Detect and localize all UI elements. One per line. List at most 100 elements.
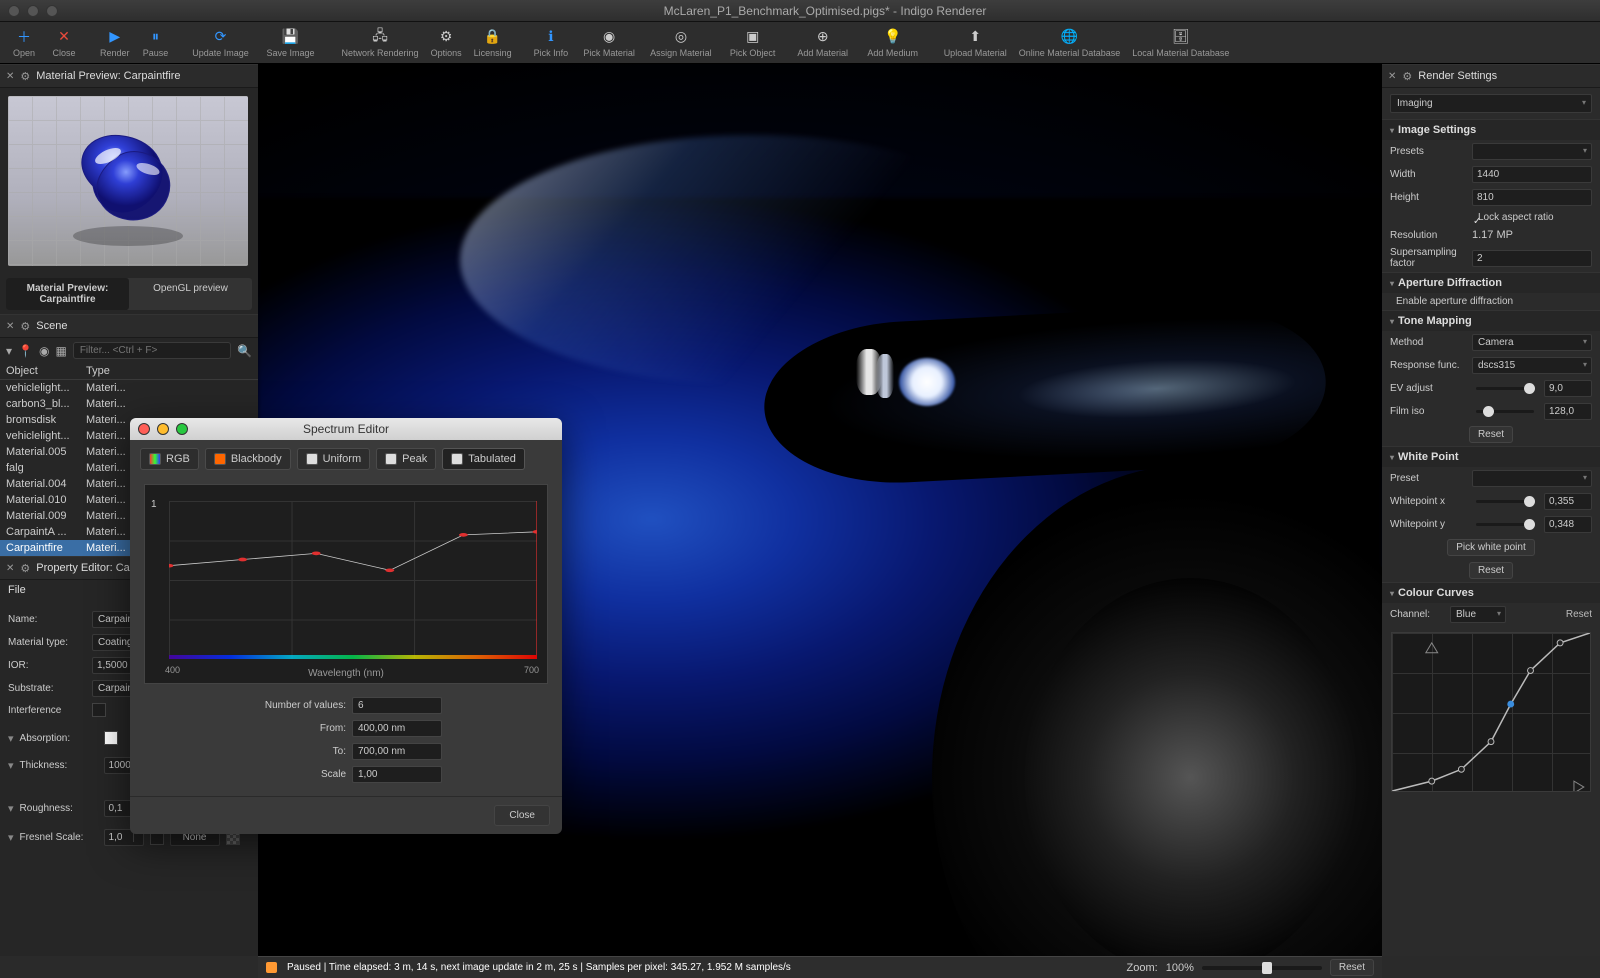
scene-row[interactable]: vehiclelight...Materi... bbox=[0, 380, 258, 396]
close-icon[interactable]: ✕ bbox=[1388, 71, 1396, 82]
scale-input[interactable]: 1,00 bbox=[352, 766, 442, 783]
spectrum-tabs: RGB Blackbody Uniform Peak Tabulated bbox=[130, 440, 562, 478]
wpy-input[interactable]: 0,348 bbox=[1544, 516, 1592, 533]
scene-filter-input[interactable] bbox=[73, 342, 231, 359]
ev-slider[interactable] bbox=[1476, 387, 1534, 390]
iso-input[interactable]: 128,0 bbox=[1544, 403, 1592, 420]
online-db-button[interactable]: 🌐Online Material Database bbox=[1013, 26, 1127, 60]
window-title: McLaren_P1_Benchmark_Optimised.pigs* - I… bbox=[58, 4, 1592, 18]
iso-slider[interactable] bbox=[1476, 410, 1534, 413]
tonemapping-section[interactable]: Tone Mapping bbox=[1382, 310, 1600, 331]
curves-reset[interactable]: Reset bbox=[1566, 609, 1592, 620]
wpx-input[interactable]: 0,355 bbox=[1544, 493, 1592, 510]
zoom-reset-button[interactable]: Reset bbox=[1330, 959, 1374, 976]
tonemap-reset-button[interactable]: Reset bbox=[1469, 426, 1513, 443]
search-icon[interactable]: 🔍 bbox=[237, 344, 252, 358]
settings-page-select[interactable]: Imaging bbox=[1390, 94, 1592, 113]
gear-icon[interactable]: ⚙ bbox=[20, 70, 30, 83]
width-input[interactable]: 1440 bbox=[1472, 166, 1592, 183]
method-select[interactable]: Camera bbox=[1472, 334, 1592, 351]
supersampling-input[interactable]: 2 bbox=[1472, 250, 1592, 267]
local-db-button[interactable]: 🗄Local Material Database bbox=[1126, 26, 1235, 60]
minimize-traffic[interactable] bbox=[27, 5, 39, 17]
cube-icon[interactable]: ▦ bbox=[55, 344, 66, 358]
image-settings-section[interactable]: Image Settings bbox=[1382, 119, 1600, 140]
interference-checkbox[interactable] bbox=[92, 703, 106, 717]
respfunc-label: Response func. bbox=[1390, 360, 1466, 371]
spectrum-ymax: 1 bbox=[151, 499, 157, 510]
close-icon[interactable]: ✕ bbox=[6, 563, 14, 574]
tab-tabulated[interactable]: Tabulated bbox=[442, 448, 525, 470]
close-traffic[interactable] bbox=[8, 5, 20, 17]
preview-tabs: Material Preview: Carpaintfire OpenGL pr… bbox=[6, 278, 252, 310]
ev-input[interactable]: 9,0 bbox=[1544, 380, 1592, 397]
wpx-label: Whitepoint x bbox=[1390, 496, 1466, 507]
upload-material-button[interactable]: ⬆Upload Material bbox=[938, 26, 1013, 60]
wp-reset-button[interactable]: Reset bbox=[1469, 562, 1513, 579]
to-input[interactable]: 700,00 nm bbox=[352, 743, 442, 760]
gear-icon[interactable]: ⚙ bbox=[1402, 70, 1412, 83]
tab-opengl-preview[interactable]: OpenGL preview bbox=[129, 278, 252, 310]
status-pause-icon bbox=[266, 962, 277, 973]
tab-material-preview[interactable]: Material Preview: Carpaintfire bbox=[6, 278, 129, 310]
chevron-down-icon[interactable]: ▾ bbox=[6, 344, 12, 358]
licensing-button[interactable]: 🔒Licensing bbox=[468, 26, 518, 60]
curves-section[interactable]: Colour Curves bbox=[1382, 582, 1600, 603]
scene-toolbar: ▾ 📍 ◉ ▦ 🔍 bbox=[0, 338, 258, 363]
add-material-button[interactable]: ⊕Add Material bbox=[788, 26, 858, 60]
pause-button[interactable]: ⏸Pause bbox=[136, 26, 176, 60]
sphere-icon[interactable]: ◉ bbox=[39, 344, 49, 358]
absorption-label: Absorption: bbox=[20, 733, 98, 744]
to-label: To: bbox=[226, 746, 346, 757]
zoom-traffic[interactable] bbox=[46, 5, 58, 17]
scene-header: ✕ ⚙ Scene bbox=[0, 314, 258, 338]
colour-curves-editor[interactable] bbox=[1391, 632, 1591, 792]
wpx-slider[interactable] bbox=[1476, 500, 1534, 503]
tab-rgb[interactable]: RGB bbox=[140, 448, 199, 470]
traffic-lights bbox=[8, 5, 58, 17]
presets-select[interactable] bbox=[1472, 143, 1592, 160]
spectrum-close-button[interactable]: Close bbox=[494, 805, 550, 826]
status-text: Paused | Time elapsed: 3 m, 14 s, next i… bbox=[287, 962, 791, 973]
respfunc-select[interactable]: dscs315 bbox=[1472, 357, 1592, 374]
gear-icon[interactable]: ⚙ bbox=[20, 320, 30, 333]
tab-blackbody[interactable]: Blackbody bbox=[205, 448, 291, 470]
gear-icon[interactable]: ⚙ bbox=[20, 562, 30, 575]
whitepoint-section[interactable]: White Point bbox=[1382, 446, 1600, 467]
pick-material-button[interactable]: ◉Pick Material bbox=[574, 26, 644, 60]
options-button[interactable]: ⚙Options bbox=[425, 26, 468, 60]
nvalues-input[interactable]: 6 bbox=[352, 697, 442, 714]
save-image-button[interactable]: 💾Save Image bbox=[256, 26, 326, 60]
height-input[interactable]: 810 bbox=[1472, 189, 1592, 206]
resolution-value: 1.17 MP bbox=[1472, 229, 1513, 241]
pin-icon[interactable]: 📍 bbox=[18, 344, 33, 358]
assign-material-button[interactable]: ◎Assign Material bbox=[644, 26, 718, 60]
pick-wp-button[interactable]: Pick white point bbox=[1447, 539, 1534, 556]
spectrum-editor-window[interactable]: Spectrum Editor RGB Blackbody Uniform Pe… bbox=[130, 418, 562, 834]
spectrum-xlabel: Wavelength (nm) bbox=[145, 668, 547, 679]
spectrum-chart[interactable]: 1 400 700 Wavelength (nm) bbox=[144, 484, 548, 684]
tab-uniform[interactable]: Uniform bbox=[297, 448, 371, 470]
network-rendering-button[interactable]: 🖧Network Rendering bbox=[336, 26, 425, 60]
channel-select[interactable]: Blue bbox=[1450, 606, 1506, 623]
wpy-slider[interactable] bbox=[1476, 523, 1534, 526]
aperture-section[interactable]: Aperture Diffraction bbox=[1382, 272, 1600, 293]
close-button[interactable]: ✕Close bbox=[44, 26, 84, 60]
tab-peak[interactable]: Peak bbox=[376, 448, 436, 470]
close-icon[interactable]: ✕ bbox=[6, 321, 14, 332]
add-medium-button[interactable]: 💡Add Medium bbox=[858, 26, 928, 60]
scene-row[interactable]: carbon3_bl...Materi... bbox=[0, 396, 258, 412]
material-preview-header: ✕ ⚙ Material Preview: Carpaintfire bbox=[0, 64, 258, 88]
absorption-swatch[interactable] bbox=[104, 731, 118, 745]
open-button[interactable]: ＋Open bbox=[4, 26, 44, 60]
render-button[interactable]: ▶Render bbox=[94, 26, 136, 60]
pick-object-button[interactable]: ▣Pick Object bbox=[718, 26, 788, 60]
from-input[interactable]: 400,00 nm bbox=[352, 720, 442, 737]
zoom-slider[interactable] bbox=[1202, 966, 1322, 970]
substrate-label: Substrate: bbox=[8, 683, 86, 694]
update-image-button[interactable]: ⟳Update Image bbox=[186, 26, 256, 60]
spectrum-titlebar[interactable]: Spectrum Editor bbox=[130, 418, 562, 440]
wp-preset-select[interactable] bbox=[1472, 470, 1592, 487]
close-icon[interactable]: ✕ bbox=[6, 71, 14, 82]
pick-info-button[interactable]: ℹPick Info bbox=[528, 26, 575, 60]
